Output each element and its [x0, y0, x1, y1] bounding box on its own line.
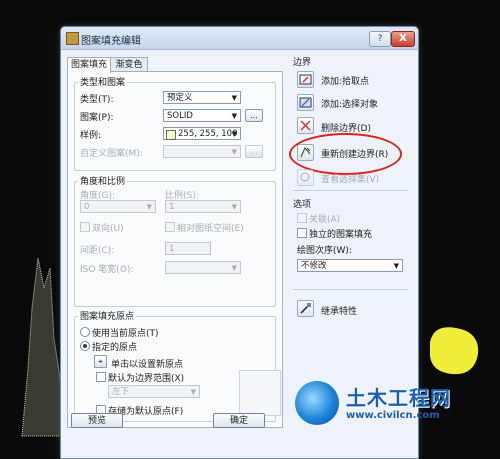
add-select-objects-button[interactable] — [297, 94, 314, 111]
boundary-title: 边界 — [293, 58, 312, 68]
scale-select[interactable]: 1 ▼ — [165, 200, 241, 213]
chevron-down-icon: ▼ — [146, 203, 152, 211]
chevron-down-icon: ▼ — [231, 148, 237, 156]
independent-hatch-checkbox[interactable] — [297, 228, 307, 238]
title-bar[interactable]: 图案填充编辑 ? X — [61, 27, 418, 50]
iso-width-select[interactable]: ▼ — [165, 261, 241, 274]
angle-select[interactable]: 0 ▼ — [80, 200, 156, 213]
custom-pattern-select[interactable]: ▼ — [163, 145, 241, 158]
remove-boundary-button[interactable] — [297, 117, 314, 134]
origin-position-select[interactable]: 左下 ▼ — [108, 385, 200, 398]
watermark-brand: 土木工程网 — [346, 386, 451, 410]
angle-scale-title: 角度和比例 — [78, 174, 128, 187]
add-select-objects-label: 添加:选择对象 — [321, 100, 379, 110]
chevron-down-icon: ▼ — [231, 203, 237, 211]
options-title: 选项 — [293, 200, 312, 210]
spacing-input[interactable]: 1 — [165, 242, 211, 255]
hatch-tab-panel: 类型和图案 类型(T): 预定义 ▼ 图案(P): SOLID ▼ ... 样例: … — [67, 71, 283, 428]
color-swatch — [166, 130, 176, 140]
close-button[interactable]: X — [391, 31, 415, 47]
specified-origin-radio[interactable] — [80, 341, 90, 351]
pick-point-icon — [299, 74, 312, 85]
custom-pattern-label: 自定义图案(M): — [80, 149, 143, 159]
tab-hatch[interactable]: 图案填充 — [67, 57, 111, 73]
double-label: 双向(U) — [92, 224, 124, 234]
view-selection-icon — [300, 172, 310, 182]
pattern-label: 图案(P): — [80, 113, 114, 123]
spacing-label: 间距(C): — [80, 246, 115, 256]
window-title: 图案填充编辑 — [81, 36, 141, 47]
ok-button[interactable]: 确定 — [213, 413, 265, 428]
hatch-origin-title: 图案填充原点 — [78, 309, 137, 322]
chevron-down-icon: ▼ — [231, 94, 237, 102]
add-pick-point-label: 添加:拾取点 — [321, 77, 370, 87]
double-checkbox[interactable] — [80, 222, 90, 232]
pattern-select[interactable]: SOLID ▼ — [163, 109, 241, 122]
chevron-down-icon: ▼ — [231, 112, 237, 120]
use-current-origin-label: 使用当前原点(T) — [92, 329, 159, 339]
chevron-down-icon: ▼ — [231, 264, 237, 272]
inherit-properties-label: 继承特性 — [321, 307, 358, 317]
view-selection-label: 查看选择集(V) — [321, 175, 380, 185]
select-objects-icon — [299, 97, 312, 108]
crosshair-icon: ⌖ — [98, 357, 103, 366]
type-pattern-title: 类型和图案 — [78, 75, 128, 88]
draw-order-select[interactable]: 不修改 ▼ — [297, 259, 403, 272]
use-current-origin-radio[interactable] — [80, 327, 90, 337]
independent-hatch-label: 独立的图案填充 — [309, 230, 373, 240]
view-selection-button[interactable] — [297, 169, 314, 186]
inherit-brush-icon — [300, 303, 311, 314]
civilcn-logo-icon — [295, 381, 339, 425]
default-extent-checkbox[interactable] — [96, 372, 106, 382]
chevron-down-icon: ▼ — [393, 262, 399, 270]
remove-boundary-icon — [300, 120, 311, 131]
options-divider — [293, 289, 408, 290]
type-label: 类型(T): — [80, 95, 114, 105]
add-pick-point-button[interactable] — [297, 71, 314, 88]
associative-label: 关联(A) — [309, 215, 341, 225]
tab-gradient[interactable]: 渐变色 — [110, 57, 148, 72]
help-button[interactable]: ? — [369, 31, 391, 47]
pattern-browse-button[interactable]: ... — [245, 109, 263, 122]
preview-button[interactable]: 预览 — [71, 413, 123, 428]
background-yellow-shape — [430, 327, 479, 375]
custom-pattern-browse-button[interactable]: ... — [245, 145, 263, 158]
relative-paper-checkbox[interactable] — [165, 222, 175, 232]
inherit-properties-button[interactable] — [297, 300, 314, 317]
set-origin-label: 单击以设置新原点 — [111, 360, 184, 370]
type-select[interactable]: 预定义 ▼ — [163, 91, 241, 104]
default-extent-label: 默认为边界范围(X) — [108, 374, 185, 384]
draw-order-label: 绘图次序(W): — [297, 246, 352, 256]
chevron-down-icon: ▼ — [190, 388, 196, 396]
set-origin-button[interactable]: ⌖ — [94, 355, 107, 368]
iso-width-label: ISO 笔宽(O): — [80, 265, 134, 275]
relative-paper-label: 相对图纸空间(E) — [177, 224, 244, 234]
swatch-label: 样例: — [80, 131, 102, 141]
origin-preview-box — [239, 370, 281, 416]
specified-origin-label: 指定的原点 — [92, 343, 138, 353]
boundary-divider — [293, 190, 408, 191]
hatch-app-icon — [66, 32, 79, 45]
chevron-down-icon: ▼ — [231, 130, 237, 138]
watermark-url: www.civilcn.com — [346, 410, 440, 421]
associative-checkbox[interactable] — [297, 213, 307, 223]
